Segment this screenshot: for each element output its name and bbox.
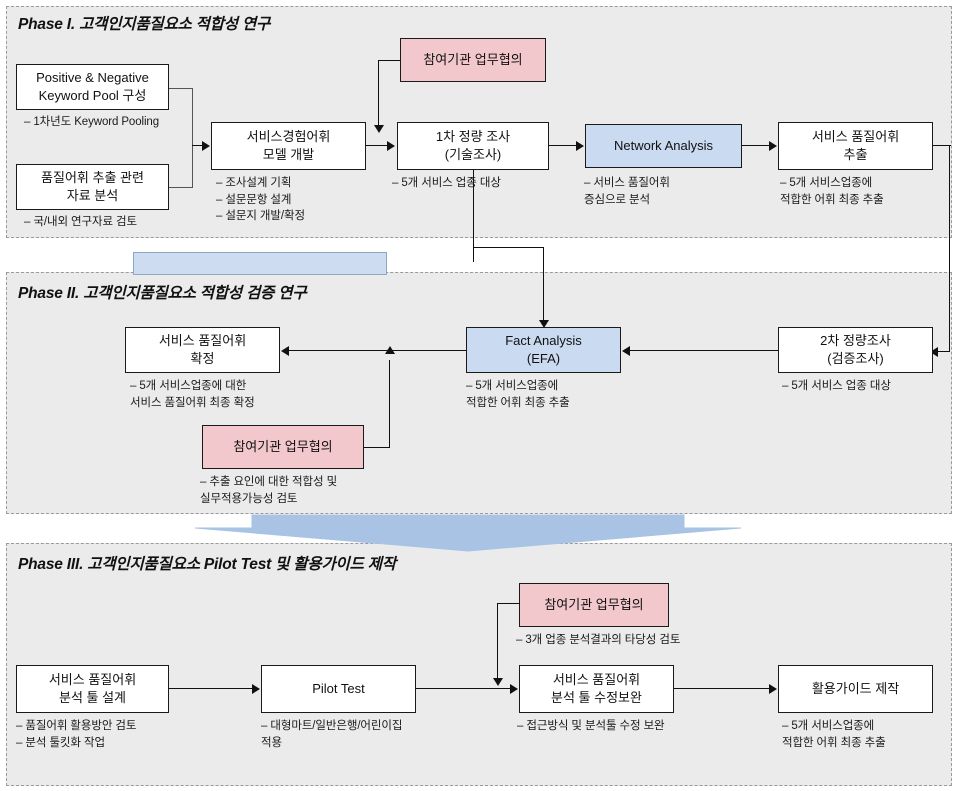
note-pilot-test: – 대형마트/일반은행/어린이집 적용 bbox=[261, 720, 403, 749]
connector-elbow-vertical-bottom bbox=[192, 146, 194, 188]
connector-extract-down bbox=[949, 145, 951, 352]
node-tool-fix[interactable]: 서비스 품질어휘 분석 툴 수정보완 bbox=[519, 665, 674, 713]
interphase-arrow-2-3 bbox=[194, 514, 742, 552]
node-network-analysis-label: Network Analysis bbox=[614, 138, 713, 154]
node-survey-2-label: 2차 정량조사 (검증조사) bbox=[820, 333, 891, 366]
node-meeting-3[interactable]: 참여기관 업무협의 bbox=[519, 583, 669, 627]
phase-3-title: Phase III. 고객인지품질요소 Pilot Test 및 활용가이드 제… bbox=[18, 556, 396, 573]
node-model-dev[interactable]: 서비스경험어휘 모델 개발 bbox=[211, 122, 366, 170]
connector-survey2-to-efa bbox=[630, 350, 778, 352]
note-meeting-2: – 추출 요인에 대한 적합성 및 실무적용가능성 검토 bbox=[200, 476, 338, 505]
node-survey-1[interactable]: 1차 정량 조사 (기술조사) bbox=[397, 122, 549, 170]
note-confirm: – 5개 서비스업종에 대한 서비스 품질어휘 최종 확정 bbox=[130, 380, 255, 409]
connector-meeting1-left bbox=[378, 60, 401, 62]
arrow-efa-from-survey2 bbox=[622, 346, 630, 356]
node-pilot-test[interactable]: Pilot Test bbox=[261, 665, 416, 713]
connector-meeting1-down bbox=[378, 60, 380, 128]
arrow-confirm-from-efa bbox=[281, 346, 289, 356]
node-efa[interactable]: Fact Analysis (EFA) bbox=[466, 327, 621, 373]
node-data-analysis-label: 품질어휘 추출 관련 자료 분석 bbox=[41, 170, 144, 203]
node-confirm-label: 서비스 품질어휘 확정 bbox=[158, 333, 247, 366]
diagram-canvas: Phase I. 고객인지품질요소 적합성 연구 Positive & Nega… bbox=[0, 0, 958, 791]
node-efa-label: Fact Analysis (EFA) bbox=[505, 333, 582, 366]
note-keyword-pool: – 1차년도 Keyword Pooling bbox=[24, 116, 160, 128]
connector-pilot-to-toolfix bbox=[416, 688, 510, 690]
note-data-analysis: – 국/내외 연구자료 검토 bbox=[24, 216, 137, 228]
note-efa: – 5개 서비스업종에 적합한 어휘 최종 추출 bbox=[466, 380, 570, 409]
connector-elbow-vertical-top bbox=[192, 88, 194, 146]
note-model-dev: – 조사설계 기획 – 설문문항 설계 – 설문지 개발/확정 bbox=[216, 177, 305, 223]
node-model-dev-label: 서비스경험어휘 모델 개발 bbox=[246, 129, 331, 162]
note-tool-design: – 품질어휘 활용방안 검토 – 분석 툴킷화 작업 bbox=[16, 720, 137, 749]
connector-survey1-to-network bbox=[549, 145, 576, 147]
connector-meeting2-up bbox=[389, 360, 391, 448]
node-guide[interactable]: 활용가이드 제작 bbox=[778, 665, 933, 713]
phase-1-title: Phase I. 고객인지품질요소 적합성 연구 bbox=[18, 16, 271, 33]
arrow-to-pilot-test bbox=[252, 684, 260, 694]
node-data-analysis[interactable]: 품질어휘 추출 관련 자료 분석 bbox=[16, 164, 169, 210]
node-meeting-2[interactable]: 참여기관 업무협의 bbox=[202, 425, 364, 469]
arrow-meeting3-into-toolfix bbox=[493, 678, 503, 686]
connector-meeting3-left bbox=[497, 603, 520, 605]
node-survey-2[interactable]: 2차 정량조사 (검증조사) bbox=[778, 327, 933, 373]
arrow-to-survey-1 bbox=[387, 141, 395, 151]
node-pilot-test-label: Pilot Test bbox=[312, 681, 365, 697]
interphase-bar-1-2 bbox=[133, 252, 387, 275]
connector-network-to-extract bbox=[742, 145, 769, 147]
node-meeting-3-label: 참여기관 업무협의 bbox=[544, 597, 644, 613]
arrow-meeting2-into-line bbox=[385, 346, 395, 354]
node-extract[interactable]: 서비스 품질어휘 추출 bbox=[778, 122, 933, 170]
connector-meeting2-right bbox=[364, 447, 390, 449]
node-guide-label: 활용가이드 제작 bbox=[811, 681, 900, 697]
connector-modeldev-to-survey1 bbox=[366, 145, 388, 147]
connector-survey1-down-to-efa bbox=[543, 248, 545, 324]
arrow-to-network-analysis bbox=[576, 141, 584, 151]
connector-tooldesign-to-pilot bbox=[169, 688, 252, 690]
node-keyword-pool[interactable]: Positive & Negative Keyword Pool 구성 bbox=[16, 64, 169, 110]
note-survey-2: – 5개 서비스 업종 대상 bbox=[782, 380, 891, 392]
connector-efa-to-confirm bbox=[289, 350, 466, 352]
note-guide: – 5개 서비스업종에 적합한 어휘 최종 추출 bbox=[782, 720, 886, 749]
node-tool-design-label: 서비스 품질어휘 분석 툴 설계 bbox=[48, 672, 137, 705]
node-keyword-pool-label: Positive & Negative Keyword Pool 구성 bbox=[36, 70, 149, 103]
arrow-to-tool-fix bbox=[510, 684, 518, 694]
note-extract: – 5개 서비스업종에 적합한 어휘 최종 추출 bbox=[780, 177, 884, 206]
phase-2-title: Phase II. 고객인지품질요소 적합성 검증 연구 bbox=[18, 285, 307, 302]
connector-dataanalysis-to-elbow bbox=[169, 187, 193, 189]
note-meeting-3: – 3개 업종 분석결과의 타당성 검토 bbox=[516, 634, 681, 646]
note-network-analysis: – 서비스 품질어휘 증심으로 분석 bbox=[584, 177, 670, 206]
node-confirm[interactable]: 서비스 품질어휘 확정 bbox=[125, 327, 280, 373]
node-meeting-1-label: 참여기관 업무협의 bbox=[423, 52, 523, 68]
node-network-analysis[interactable]: Network Analysis bbox=[585, 124, 742, 168]
node-tool-design[interactable]: 서비스 품질어휘 분석 툴 설계 bbox=[16, 665, 169, 713]
arrow-to-model-dev bbox=[202, 141, 210, 151]
connector-survey1-jog bbox=[473, 247, 544, 249]
note-survey-1: – 5개 서비스 업종 대상 bbox=[392, 177, 501, 189]
arrow-meeting1-into-survey1 bbox=[374, 125, 384, 133]
arrow-to-extract bbox=[769, 141, 777, 151]
node-extract-label: 서비스 품질어휘 추출 bbox=[811, 129, 900, 162]
connector-keywordpool-to-elbow bbox=[169, 88, 193, 90]
node-survey-1-label: 1차 정량 조사 (기술조사) bbox=[435, 129, 511, 162]
connector-into-survey2 bbox=[938, 351, 950, 353]
connector-meeting3-down bbox=[497, 603, 499, 681]
arrow-to-guide bbox=[769, 684, 777, 694]
node-meeting-2-label: 참여기관 업무협의 bbox=[233, 439, 333, 455]
node-meeting-1[interactable]: 참여기관 업무협의 bbox=[400, 38, 546, 82]
note-tool-fix: – 접근방식 및 분석툴 수정 보완 bbox=[517, 720, 665, 732]
connector-toolfix-to-guide bbox=[674, 688, 769, 690]
node-tool-fix-label: 서비스 품질어휘 분석 툴 수정보완 bbox=[551, 672, 642, 705]
